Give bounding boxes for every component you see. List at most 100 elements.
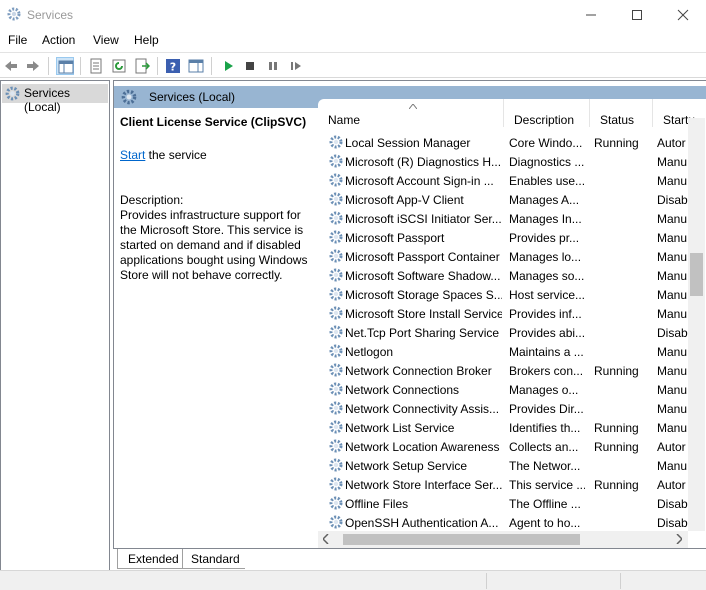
status-divider bbox=[486, 573, 487, 589]
column-header-description[interactable]: Description bbox=[504, 99, 590, 127]
service-gear-icon bbox=[328, 400, 344, 419]
start-service-button[interactable] bbox=[219, 57, 237, 75]
horizontal-scrollbar[interactable] bbox=[318, 531, 688, 548]
menu-action[interactable]: Action bbox=[42, 33, 75, 47]
tab-standard[interactable]: Standard bbox=[181, 549, 245, 569]
service-row[interactable]: Net.Tcp Port Sharing Service Provides abi… bbox=[318, 323, 706, 342]
properties-button[interactable] bbox=[87, 57, 105, 75]
column-header-name-label: Name bbox=[328, 113, 361, 127]
service-row[interactable]: Network List Service Identifies th... Runn… bbox=[318, 418, 706, 437]
service-gear-icon bbox=[328, 229, 344, 248]
service-gear-icon bbox=[328, 153, 344, 172]
service-name-cell: Microsoft Passport Container bbox=[345, 250, 500, 264]
service-gear-icon bbox=[328, 305, 344, 324]
service-description-cell: Manages so... bbox=[509, 269, 585, 283]
column-header-description-label: Description bbox=[514, 113, 575, 127]
service-name-cell: Microsoft iSCSI Initiator Ser... bbox=[345, 212, 502, 226]
service-description-cell: Manages A... bbox=[509, 193, 580, 207]
toolbar-separator bbox=[48, 57, 49, 75]
minimize-button[interactable] bbox=[568, 0, 614, 30]
service-gear-icon bbox=[328, 419, 344, 438]
service-row[interactable]: Offline Files The Offline ... Disab bbox=[318, 494, 706, 513]
service-row[interactable]: Microsoft Store Install Service Provides … bbox=[318, 304, 706, 323]
pane-header-title: Services (Local) bbox=[149, 90, 236, 104]
start-service-line: Start the service bbox=[120, 148, 207, 162]
service-description-cell: Collects an... bbox=[509, 440, 579, 454]
service-description-cell: This service ... bbox=[509, 478, 585, 492]
service-name-cell: Local Session Manager bbox=[345, 136, 471, 150]
start-service-link[interactable]: Start bbox=[120, 148, 145, 162]
service-gear-icon bbox=[328, 210, 344, 229]
menu-view[interactable]: View bbox=[93, 33, 119, 47]
service-description-cell: Brokers con... bbox=[509, 364, 584, 378]
service-gear-icon bbox=[328, 343, 344, 362]
column-header-status-label: Status bbox=[600, 113, 635, 127]
service-name-cell: Microsoft Software Shadow... bbox=[345, 269, 501, 283]
selected-service-name: Client License Service (ClipSVC) bbox=[120, 115, 307, 129]
sort-ascending-icon bbox=[408, 101, 418, 111]
service-row[interactable]: Network Store Interface Ser... This servi… bbox=[318, 475, 706, 494]
show-action-pane-button[interactable] bbox=[187, 57, 205, 75]
tab-extended[interactable]: Extended bbox=[117, 549, 183, 569]
svg-text:?: ? bbox=[170, 61, 176, 74]
tree-node-services-local[interactable]: Services (Local) bbox=[2, 84, 108, 114]
stop-service-button[interactable] bbox=[241, 57, 259, 75]
export-list-button[interactable] bbox=[133, 57, 151, 75]
menu-help[interactable]: Help bbox=[134, 33, 159, 47]
service-gear-icon bbox=[328, 362, 344, 381]
scroll-left-arrow-icon[interactable] bbox=[321, 533, 329, 546]
column-header-name[interactable]: Name bbox=[318, 99, 504, 127]
forward-button[interactable] bbox=[24, 57, 42, 75]
service-row[interactable]: Network Location Awareness Collects an...… bbox=[318, 437, 706, 456]
menu-bar: File Action View Help bbox=[0, 30, 706, 52]
toolbar-separator bbox=[211, 57, 212, 75]
service-gear-icon bbox=[328, 438, 344, 457]
maximize-button[interactable] bbox=[614, 0, 660, 30]
refresh-button[interactable] bbox=[110, 57, 128, 75]
service-row[interactable]: Netlogon Maintains a ... Manu bbox=[318, 342, 706, 361]
show-hide-console-tree-button[interactable] bbox=[56, 57, 74, 75]
service-row[interactable]: OpenSSH Authentication A... Agent to ho..… bbox=[318, 513, 706, 532]
service-row[interactable]: Microsoft Storage Spaces S... Host servic… bbox=[318, 285, 706, 304]
close-button[interactable] bbox=[660, 0, 706, 30]
service-description-cell: The Networ... bbox=[509, 459, 581, 473]
back-button[interactable] bbox=[2, 57, 20, 75]
service-status-cell: Running bbox=[594, 478, 639, 492]
status-bar bbox=[0, 570, 706, 590]
restart-service-button[interactable] bbox=[287, 57, 305, 75]
service-gear-icon bbox=[328, 248, 344, 267]
service-name-cell: Microsoft Storage Spaces S... bbox=[345, 288, 502, 302]
service-name-cell: Microsoft (R) Diagnostics H... bbox=[345, 155, 502, 169]
horizontal-scroll-thumb[interactable] bbox=[343, 534, 580, 545]
menu-file[interactable]: File bbox=[8, 33, 27, 47]
pause-service-button[interactable] bbox=[264, 57, 282, 75]
service-name-cell: Microsoft Passport bbox=[345, 231, 445, 245]
service-row[interactable]: Network Connections Manages o... Manu bbox=[318, 380, 706, 399]
service-row[interactable]: Microsoft Account Sign-in ... Enables use… bbox=[318, 171, 706, 190]
service-row[interactable]: Microsoft Passport Provides pr... Manu bbox=[318, 228, 706, 247]
view-tabs: Extended Standard bbox=[113, 548, 706, 570]
service-gear-icon bbox=[328, 267, 344, 286]
service-row[interactable]: Microsoft iSCSI Initiator Ser... Manages … bbox=[318, 209, 706, 228]
service-row[interactable]: Microsoft App-V Client Manages A... Disab bbox=[318, 190, 706, 209]
service-row[interactable]: Microsoft (R) Diagnostics H... Diagnostic… bbox=[318, 152, 706, 171]
service-row[interactable]: Microsoft Passport Container Manages lo..… bbox=[318, 247, 706, 266]
service-row[interactable]: Network Setup Service The Networ... Manu bbox=[318, 456, 706, 475]
service-description-cell: Provides abi... bbox=[509, 326, 585, 340]
service-gear-icon bbox=[328, 324, 344, 343]
service-row[interactable]: Network Connection Broker Brokers con... R… bbox=[318, 361, 706, 380]
tab-extended-label: Extended bbox=[128, 552, 179, 566]
service-name-cell: Network Connectivity Assis... bbox=[345, 402, 500, 416]
service-row[interactable]: Microsoft Software Shadow... Manages so..… bbox=[318, 266, 706, 285]
services-gear-icon bbox=[6, 6, 22, 22]
column-header-status[interactable]: Status bbox=[590, 99, 653, 127]
service-row[interactable]: Network Connectivity Assis... Provides Di… bbox=[318, 399, 706, 418]
vertical-scrollbar[interactable] bbox=[688, 118, 705, 531]
service-row[interactable]: Local Session Manager Core Windo... Runnin… bbox=[318, 133, 706, 152]
help-button[interactable]: ? bbox=[164, 57, 182, 75]
scroll-right-arrow-icon[interactable] bbox=[676, 533, 684, 546]
vertical-scroll-thumb[interactable] bbox=[690, 253, 703, 296]
description-text: Provides infrastructure support for the … bbox=[120, 208, 308, 282]
service-status-cell: Running bbox=[594, 421, 639, 435]
service-status-cell: Running bbox=[594, 136, 639, 150]
